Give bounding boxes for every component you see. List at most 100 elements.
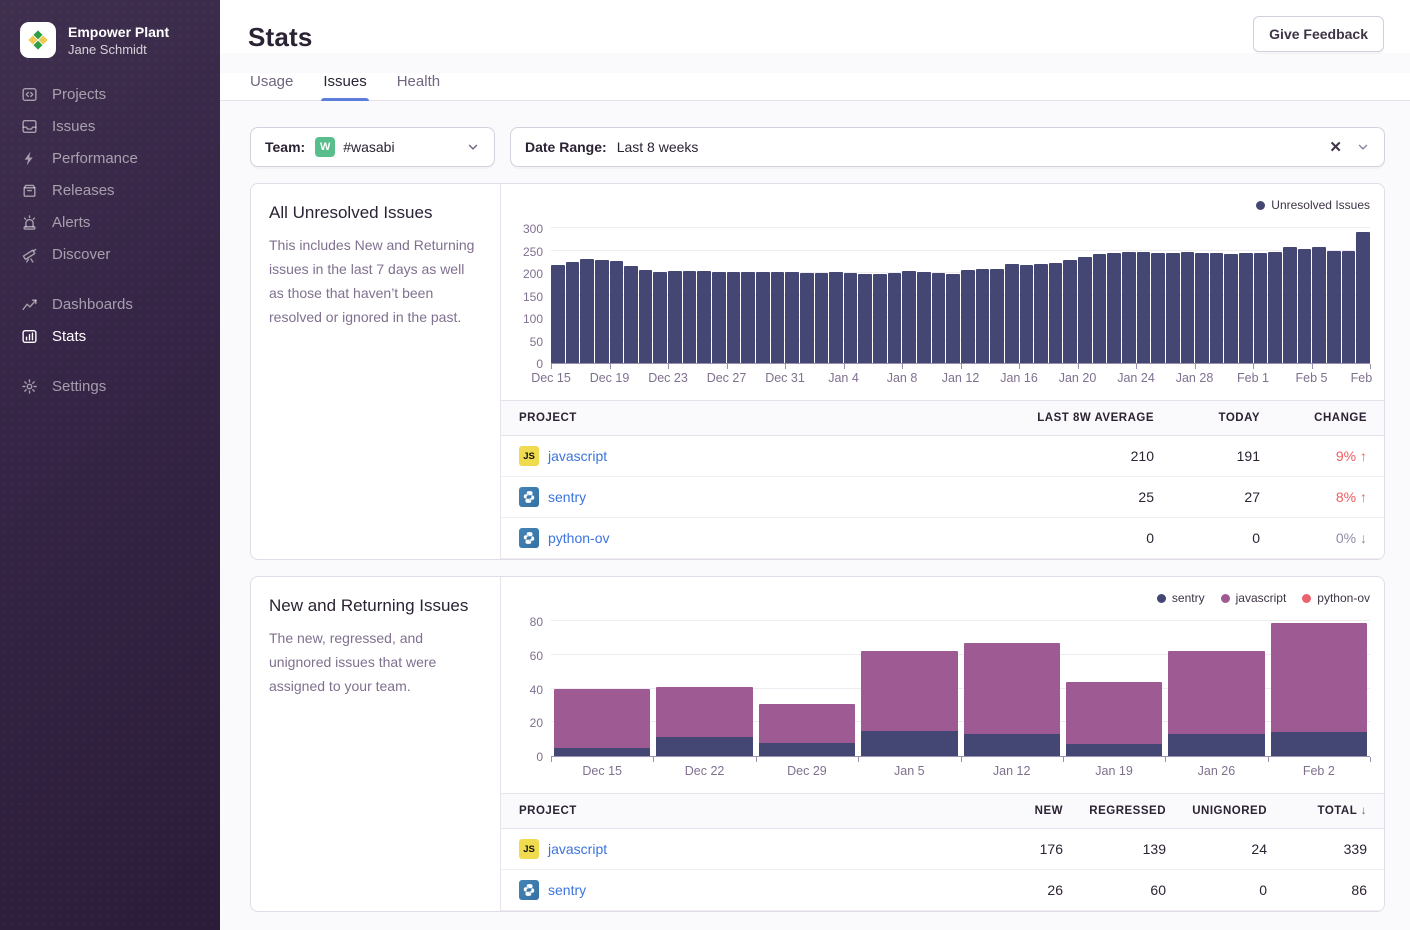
- unresolved-bar: [1181, 252, 1195, 363]
- x-tick-label: Jan 16: [1000, 371, 1038, 385]
- sidebar-item-label: Projects: [52, 86, 106, 103]
- x-tick-label: Dec 22: [685, 764, 725, 778]
- segment-javascript: [656, 687, 752, 738]
- clear-date-icon[interactable]: ✕: [1329, 138, 1342, 156]
- unresolved-bar: [815, 273, 829, 363]
- sidebar-item-discover[interactable]: Discover: [0, 238, 220, 270]
- sidebar-item-settings[interactable]: Settings: [0, 370, 220, 402]
- discover-icon: [20, 245, 38, 263]
- issues-icon: [20, 117, 38, 135]
- unresolved-bar: [653, 272, 667, 363]
- x-axis-labels: Dec 15Dec 19Dec 23Dec 27Dec 31Jan 4Jan 8…: [551, 364, 1370, 390]
- sidebar-item-label: Issues: [52, 118, 95, 135]
- date-range-label: Date Range:: [525, 139, 607, 155]
- column-header-total[interactable]: TOTAL ↓: [1284, 805, 1384, 817]
- x-tick: [1370, 757, 1371, 762]
- x-tick: [1268, 757, 1269, 762]
- x-tick: [961, 757, 962, 762]
- alerts-icon: [20, 213, 38, 231]
- unresolved-bar: [932, 273, 946, 363]
- unresolved-bar: [639, 270, 653, 363]
- date-range-select[interactable]: Date Range: Last 8 weeks ✕: [510, 127, 1385, 167]
- unignored-cell: 24: [1183, 841, 1284, 857]
- x-tick: [727, 364, 728, 369]
- org-switcher[interactable]: Empower Plant Jane Schmidt: [0, 0, 220, 78]
- nav-group: Projects Issues PerformanceReleasesAlertsD…: [0, 78, 220, 270]
- nav-group: Settings: [0, 370, 220, 402]
- legend-dot: [1302, 594, 1311, 603]
- tab-usage[interactable]: Usage: [248, 73, 295, 100]
- tab-health[interactable]: Health: [395, 73, 442, 100]
- unresolved-bar: [610, 261, 624, 363]
- panel-new-and-returning-issues: New and Returning Issues The new, regres…: [250, 576, 1385, 912]
- new-cell: 176: [972, 841, 1080, 857]
- unresolved-bar: [1283, 247, 1297, 363]
- y-tick-label: 250: [523, 245, 543, 259]
- x-tick: [610, 364, 611, 369]
- segment-javascript: [1168, 651, 1264, 734]
- unresolved-bar: [580, 259, 594, 363]
- column-header-project: PROJECT: [501, 412, 991, 424]
- unresolved-bar: [566, 262, 580, 363]
- y-tick-label: 80: [530, 615, 543, 629]
- table-header-row: PROJECTNEWREGRESSEDUNIGNOREDTOTAL ↓: [501, 793, 1384, 829]
- avg-cell: 0: [991, 530, 1171, 546]
- tab-issues[interactable]: Issues: [321, 73, 368, 100]
- sidebar-item-issues[interactable]: Issues: [0, 110, 220, 142]
- team-avatar: W: [315, 137, 335, 157]
- unresolved-bar: [946, 274, 960, 364]
- x-tick: [1019, 364, 1020, 369]
- y-axis-labels: 050100150200250300: [511, 218, 551, 364]
- unresolved-bar: [1342, 251, 1356, 363]
- org-logo: [20, 22, 56, 58]
- change-cell: 8% ↑: [1277, 489, 1384, 505]
- legend-sentry[interactable]: sentry: [1157, 591, 1205, 605]
- unresolved-bar: [551, 265, 565, 363]
- project-link[interactable]: javascript: [548, 448, 607, 464]
- project-link[interactable]: javascript: [548, 841, 607, 857]
- x-tick-label: Dec 31: [765, 371, 805, 385]
- x-tick-label: Jan 8: [887, 371, 918, 385]
- project-link[interactable]: sentry: [548, 882, 586, 898]
- project-link[interactable]: sentry: [548, 489, 586, 505]
- x-tick: [668, 364, 669, 369]
- javascript-project-icon: JS: [519, 446, 539, 466]
- legend-python-ov[interactable]: python-ov: [1302, 591, 1370, 605]
- x-tick-label: Dec 19: [590, 371, 630, 385]
- unresolved-bar: [595, 260, 609, 363]
- legend-unresolved-issues[interactable]: Unresolved Issues: [1256, 198, 1370, 212]
- sidebar-item-projects[interactable]: Projects: [0, 78, 220, 110]
- unresolved-bar: [1107, 253, 1121, 363]
- unresolved-bar: [1195, 253, 1209, 363]
- column-header-change: CHANGE: [1277, 412, 1384, 424]
- legend-javascript[interactable]: javascript: [1221, 591, 1287, 605]
- segment-javascript: [759, 704, 855, 743]
- segment-sentry: [656, 737, 752, 756]
- unresolved-bar: [1078, 257, 1092, 363]
- performance-icon: [20, 149, 38, 167]
- x-tick-label: Jan 24: [1117, 371, 1155, 385]
- stacked-bar: [1168, 651, 1264, 756]
- panel-all-unresolved-issues: All Unresolved Issues This includes New …: [250, 183, 1385, 560]
- x-tick: [1063, 757, 1064, 762]
- team-select[interactable]: Team: W #wasabi: [250, 127, 495, 167]
- unresolved-bar: [990, 269, 1004, 363]
- project-link[interactable]: python-ov: [548, 530, 609, 546]
- unresolved-bar: [961, 270, 975, 363]
- unresolved-bar: [976, 269, 990, 363]
- unresolved-bar: [829, 272, 843, 363]
- sidebar-item-stats[interactable]: Stats: [0, 320, 220, 352]
- avg-cell: 25: [991, 489, 1171, 505]
- sidebar-item-dashboards[interactable]: Dashboards: [0, 288, 220, 320]
- y-tick-label: 60: [530, 649, 543, 663]
- unresolved-bar: [888, 273, 902, 364]
- sidebar-item-performance[interactable]: Performance: [0, 142, 220, 174]
- change-cell: 0% ↓: [1277, 530, 1384, 546]
- sidebar-item-releases[interactable]: Releases: [0, 174, 220, 206]
- sidebar-item-alerts[interactable]: Alerts: [0, 206, 220, 238]
- give-feedback-button[interactable]: Give Feedback: [1253, 16, 1384, 52]
- panel-description-col: All Unresolved Issues This includes New …: [251, 184, 501, 559]
- projects-icon: [20, 85, 38, 103]
- panel-description-col: New and Returning Issues The new, regres…: [251, 577, 501, 911]
- y-tick-label: 20: [530, 716, 543, 730]
